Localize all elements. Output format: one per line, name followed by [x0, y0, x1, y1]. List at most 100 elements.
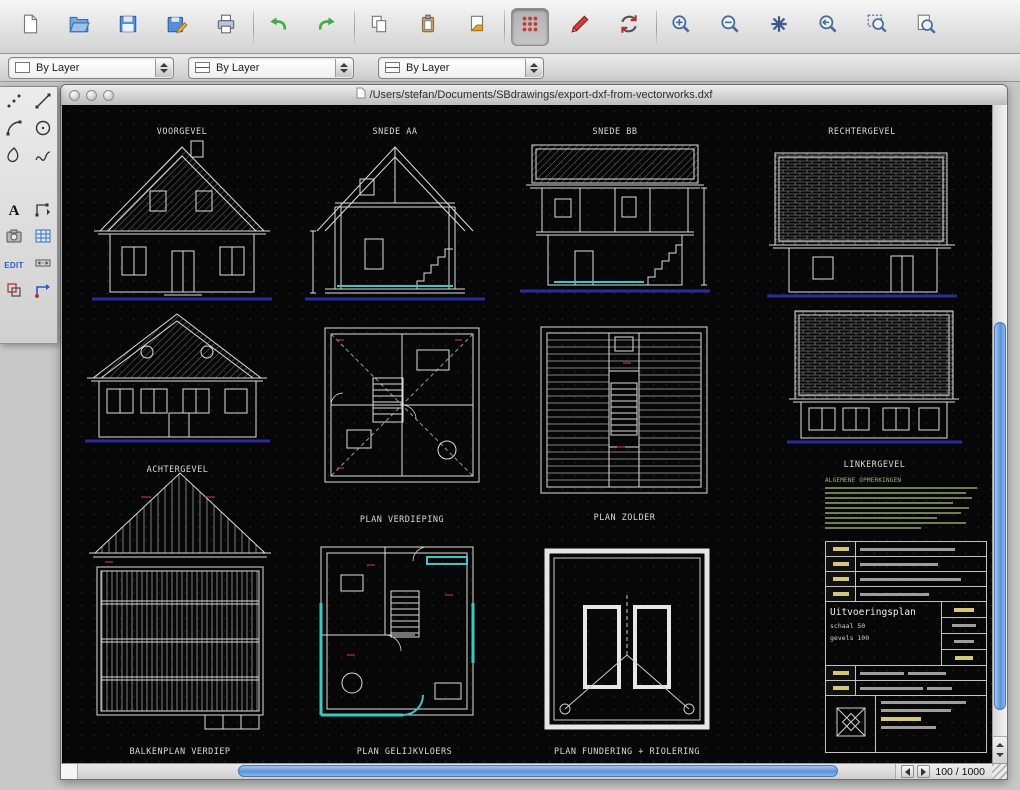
close-window-button[interactable]	[69, 89, 80, 101]
stepper-arrows[interactable]	[525, 58, 542, 77]
text-tool[interactable]: A	[1, 199, 27, 223]
paste-button[interactable]	[410, 9, 446, 45]
open-button[interactable]	[61, 9, 97, 45]
drawing-achtergevel[interactable]: ACHTERGEVEL	[85, 310, 270, 475]
traffic-lights	[69, 89, 114, 101]
window-title-area: /Users/stefan/Documents/SBdrawings/expor…	[61, 85, 1007, 105]
note-line	[825, 497, 973, 499]
horizontal-scrollbar[interactable]	[78, 764, 895, 779]
notes-title: ALGEMENE OPMERKINGEN	[825, 477, 902, 484]
grid-icon	[519, 13, 541, 40]
drawing-plan-fundering[interactable]: PLAN FUNDERING + RIOLERING	[527, 537, 727, 757]
new-document-button[interactable]	[12, 9, 48, 45]
vertical-scrollbar-thumb[interactable]	[994, 322, 1006, 711]
resize-grip[interactable]	[992, 764, 1007, 779]
horizontal-scrollbar-thumb[interactable]	[238, 765, 838, 777]
zoom-window-button[interactable]	[859, 9, 895, 45]
spline-tool[interactable]	[30, 145, 56, 169]
drawing-canvas[interactable]: VOORGEVEL SNEDE AA SNEDE BB RECHTERGEVEL…	[62, 105, 992, 763]
drawing-label: PLAN GELIJKVLOERS	[356, 747, 453, 757]
drawing-label: PLAN VERDIEPING	[359, 515, 445, 525]
print-button[interactable]	[208, 9, 244, 45]
image-tool[interactable]	[1, 226, 27, 250]
vertical-scrollbar[interactable]	[992, 105, 1007, 763]
copy-object-tool[interactable]	[1, 280, 27, 304]
note-line	[825, 522, 966, 524]
minimize-window-button[interactable]	[86, 89, 97, 101]
zoom-page-button[interactable]	[908, 9, 944, 45]
transform-tool[interactable]	[30, 280, 56, 304]
main-toolbar	[0, 0, 1020, 54]
zoom-in-button[interactable]	[663, 9, 699, 45]
drawing-plan-gelijkvloers[interactable]: PLAN GELIJKVLOERS	[307, 535, 502, 757]
zoom-extents-button[interactable]	[761, 9, 797, 45]
stepper-arrows[interactable]	[155, 58, 172, 77]
circle-icon	[34, 119, 52, 142]
node-edit-tool[interactable]	[30, 199, 56, 223]
tool-palette: A EDIT	[0, 86, 58, 344]
drawing-linkergevel[interactable]: LINKERGEVEL	[787, 305, 962, 470]
redo-icon	[316, 13, 338, 40]
save-as-button[interactable]	[159, 9, 195, 45]
drawing-plan-verdieping[interactable]: PLAN VERDIEPING	[307, 320, 497, 525]
camera-icon	[5, 227, 23, 250]
redo-button[interactable]	[309, 9, 345, 45]
dimension-tool[interactable]	[30, 253, 56, 277]
zoom-window-button-titlebar[interactable]	[103, 89, 114, 101]
drawing-snede-bb[interactable]: SNEDE BB	[520, 127, 710, 309]
new-document-icon	[19, 13, 41, 40]
lineweight-by-layer-dropdown[interactable]: By Layer	[378, 56, 544, 79]
zoom-previous-button[interactable]	[810, 9, 846, 45]
previous-page-button[interactable]	[901, 765, 915, 778]
stepper-arrows[interactable]	[335, 58, 352, 77]
titleblock-line: schaal 50	[830, 622, 866, 630]
zoom-previous-icon	[817, 13, 839, 40]
note-line	[825, 487, 977, 489]
titleblock-row	[826, 542, 986, 557]
copy-button[interactable]	[361, 9, 397, 45]
next-page-button[interactable]	[917, 765, 931, 778]
zoom-out-button[interactable]	[712, 9, 748, 45]
edit-tool[interactable]: EDIT	[1, 253, 27, 277]
dropdown-value: By Layer	[216, 61, 260, 74]
drawing-plan-zolder[interactable]: PLAN ZOLDER	[527, 323, 722, 523]
arc-tool[interactable]	[1, 118, 27, 142]
refresh-icon	[618, 13, 640, 40]
note-line	[825, 502, 953, 504]
window-titlebar[interactable]: /Users/stefan/Documents/SBdrawings/expor…	[61, 85, 1007, 106]
zoom-out-icon	[719, 13, 741, 40]
drawing-snede-aa[interactable]: SNEDE AA	[305, 127, 485, 309]
scroll-up-button[interactable]	[996, 743, 1004, 747]
edit-tool-label: EDIT	[4, 260, 24, 270]
copy-object-icon	[5, 281, 23, 304]
linetype-by-layer-dropdown[interactable]: By Layer	[188, 56, 354, 79]
node-edit-icon	[34, 200, 52, 223]
undo-button[interactable]	[260, 9, 296, 45]
drawing-voorgevel[interactable]: VOORGEVEL	[92, 127, 272, 309]
drawing-rechtergevel[interactable]: RECHTERGEVEL	[767, 127, 957, 309]
zoom-page-icon	[915, 13, 937, 40]
vertical-scroll-buttons	[993, 736, 1007, 763]
shape-tool[interactable]	[1, 145, 27, 169]
zoom-extents-icon	[768, 13, 790, 40]
line-tool[interactable]	[30, 91, 56, 115]
drawing-balkenplan-verdiep[interactable]: BALKENPLAN VERDIEP	[85, 467, 275, 757]
duplicate-button[interactable]	[459, 9, 495, 45]
refresh-button[interactable]	[611, 9, 647, 45]
company-logo	[834, 705, 868, 743]
page-indicator: 100 / 1000	[935, 765, 985, 778]
note-line	[825, 517, 937, 519]
table-tool[interactable]	[30, 226, 56, 250]
document-window: /Users/stefan/Documents/SBdrawings/expor…	[60, 84, 1008, 780]
color-by-layer-dropdown[interactable]: By Layer	[8, 56, 174, 79]
point-snap-tool[interactable]	[1, 91, 27, 115]
titleblock-row	[826, 666, 986, 681]
duplicate-icon	[466, 13, 488, 40]
grid-toggle-button[interactable]	[511, 7, 549, 46]
paste-icon	[417, 13, 439, 40]
scroll-down-button[interactable]	[996, 753, 1004, 757]
redline-button[interactable]	[562, 9, 598, 45]
circle-tool[interactable]	[30, 118, 56, 142]
drawing-label: PLAN ZOLDER	[593, 513, 656, 523]
save-button[interactable]	[110, 9, 146, 45]
